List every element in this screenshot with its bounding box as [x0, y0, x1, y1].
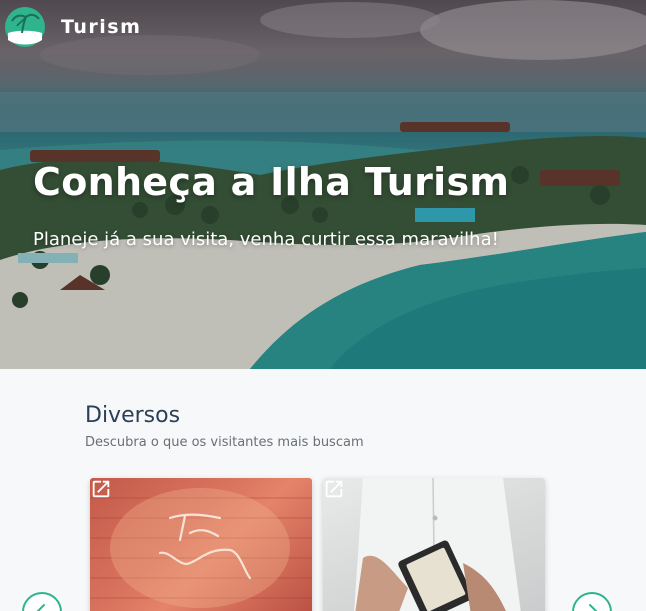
hero-subtitle: Planeje já a sua visita, venha curtir es…: [33, 229, 499, 250]
section-title: Diversos: [85, 403, 181, 428]
carousel-prev-button[interactable]: [22, 592, 62, 611]
brand-name: Turism: [61, 16, 142, 38]
treat-yourself-image: [90, 488, 312, 608]
brand[interactable]: Turism: [4, 6, 141, 48]
waiter-notepad-image: [354, 478, 521, 611]
chevron-right-icon: [589, 604, 598, 611]
treat-yourself-card[interactable]: [90, 478, 312, 611]
carousel-next-button[interactable]: [572, 592, 612, 611]
open-external-icon[interactable]: [90, 478, 112, 500]
open-external-icon[interactable]: [323, 478, 345, 500]
hero-title: Conheça a Ilha Turism: [33, 160, 510, 204]
chevron-left-icon: [36, 604, 45, 611]
waiter-card[interactable]: [323, 478, 545, 611]
hero-banner: Turism Conheça a Ilha Turism Planeje já …: [0, 0, 646, 369]
section-subtitle: Descubra o que os visitantes mais buscam: [85, 435, 364, 450]
island-palm-logo-icon: [5, 7, 45, 47]
